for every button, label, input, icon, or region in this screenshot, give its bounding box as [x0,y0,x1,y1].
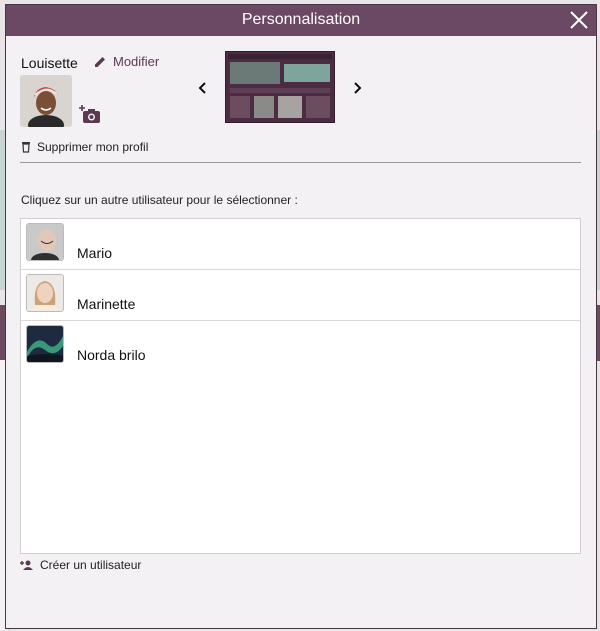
current-username: Louisette [21,55,78,71]
create-user-label: Créer un utilisateur [40,558,142,572]
user-list: Mario Marinette Norda brilo [20,218,581,554]
modify-label: Modifier [113,54,160,69]
pencil-icon [95,56,105,67]
delete-profile-label: Supprimer mon profil [37,140,149,154]
user-name: Marinette [77,296,136,312]
delete-profile-button[interactable]: Supprimer mon profil [21,140,148,154]
dialog-title: Personnalisation [241,11,361,28]
user-name: Mario [77,245,113,261]
dialog-header: Personnalisation [6,5,596,36]
avatar [20,75,72,127]
theme-preview[interactable] [225,51,335,123]
user-row-norda-brilo[interactable]: Norda brilo [21,321,580,371]
user-row-mario[interactable]: Mario [21,219,580,270]
user-avatar [26,274,64,312]
trash-icon [22,142,30,153]
close-icon[interactable] [568,9,590,31]
add-photo-icon[interactable] [79,105,101,125]
chevron-left-icon[interactable] [196,79,208,97]
user-avatar [26,223,64,261]
divider [20,162,581,163]
user-avatar [26,325,64,363]
create-user-button[interactable]: Créer un utilisateur [20,558,141,572]
user-row-marinette[interactable]: Marinette [21,270,580,321]
chevron-right-icon[interactable] [352,79,364,97]
avatar-photo [20,75,72,127]
personalization-dialog: Personnalisation Louisette Modifier Supp… [5,4,597,629]
modify-button[interactable]: Modifier [93,54,159,69]
select-user-instruction: Cliquez sur un autre utilisateur pour le… [21,193,298,207]
theme-preview-image [226,52,334,122]
add-user-icon [20,560,33,570]
user-name: Norda brilo [77,347,146,363]
